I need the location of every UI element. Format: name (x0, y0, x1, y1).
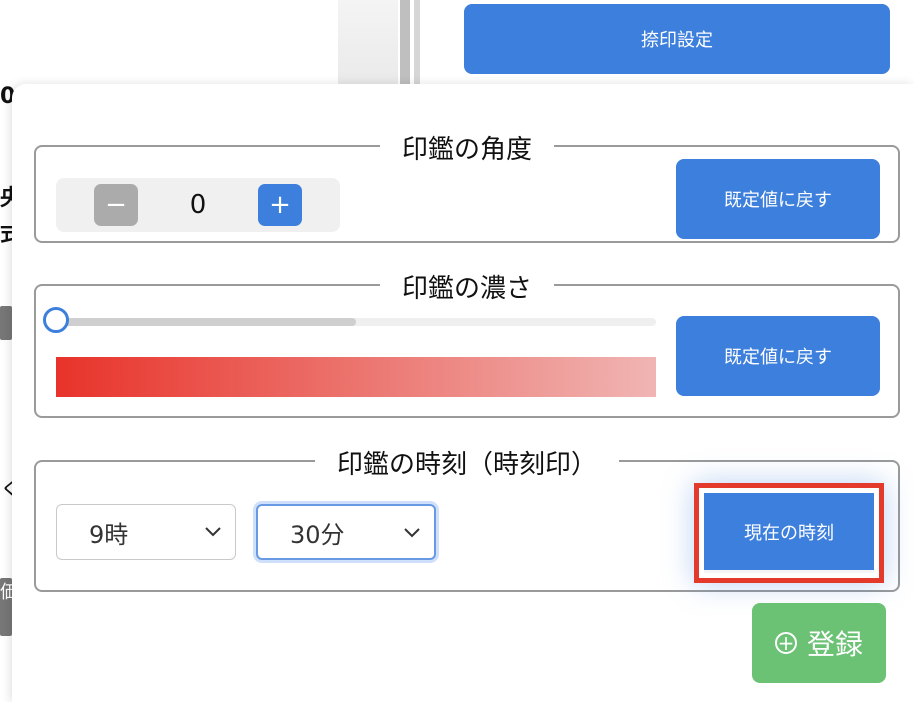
angle-section-title: 印鑑の角度 (379, 129, 555, 166)
plus-circle-icon: + (774, 632, 797, 654)
density-section: 印鑑の濃さ 既定値に戻す (34, 268, 900, 418)
density-slider-fill (56, 318, 356, 326)
minute-select[interactable]: 30分 (256, 504, 436, 560)
time-section: 印鑑の時刻（時刻印） 9時 30分 現在の時刻 (34, 444, 900, 592)
current-time-button-highlight: 現在の時刻 (694, 483, 884, 583)
angle-stepper: − 0 + (56, 178, 340, 232)
angle-reset-button[interactable]: 既定値に戻す (676, 159, 880, 239)
density-slider-thumb[interactable] (43, 307, 69, 333)
background-divider (400, 0, 410, 84)
hour-select-value: 9時 (89, 520, 129, 549)
time-section-title: 印鑑の時刻（時刻印） (314, 444, 620, 481)
register-button[interactable]: + 登録 (752, 603, 886, 683)
density-preview-gradient (56, 357, 656, 397)
angle-increment-button[interactable]: + (258, 184, 302, 226)
density-section-title: 印鑑の濃さ (379, 268, 555, 305)
background-divider (414, 0, 420, 84)
screen: 0 央 式 く 価 捺印設定 印鑑の角度 − 0 + 既定値に戻す 印鑑の濃さ … (0, 0, 914, 702)
angle-value: 0 (189, 190, 207, 220)
background-column (338, 0, 398, 84)
chevron-down-icon (205, 527, 221, 537)
stamp-setting-button[interactable]: 捺印設定 (464, 4, 890, 74)
register-button-label: 登録 (806, 628, 863, 661)
background-tab (0, 306, 12, 340)
minute-select-value: 30分 (290, 520, 345, 549)
angle-decrement-button[interactable]: − (94, 184, 138, 226)
hour-select[interactable]: 9時 (56, 504, 236, 560)
stamp-settings-popup: 印鑑の角度 − 0 + 既定値に戻す 印鑑の濃さ 既定値に戻す 印鑑の時刻（時刻… (12, 84, 914, 702)
density-slider[interactable] (43, 307, 656, 333)
current-time-button[interactable]: 現在の時刻 (704, 493, 874, 573)
density-reset-button[interactable]: 既定値に戻す (676, 316, 880, 396)
angle-section: 印鑑の角度 − 0 + 既定値に戻す (34, 129, 900, 243)
chevron-down-icon (404, 528, 420, 538)
background-tab: 価 (0, 578, 12, 636)
